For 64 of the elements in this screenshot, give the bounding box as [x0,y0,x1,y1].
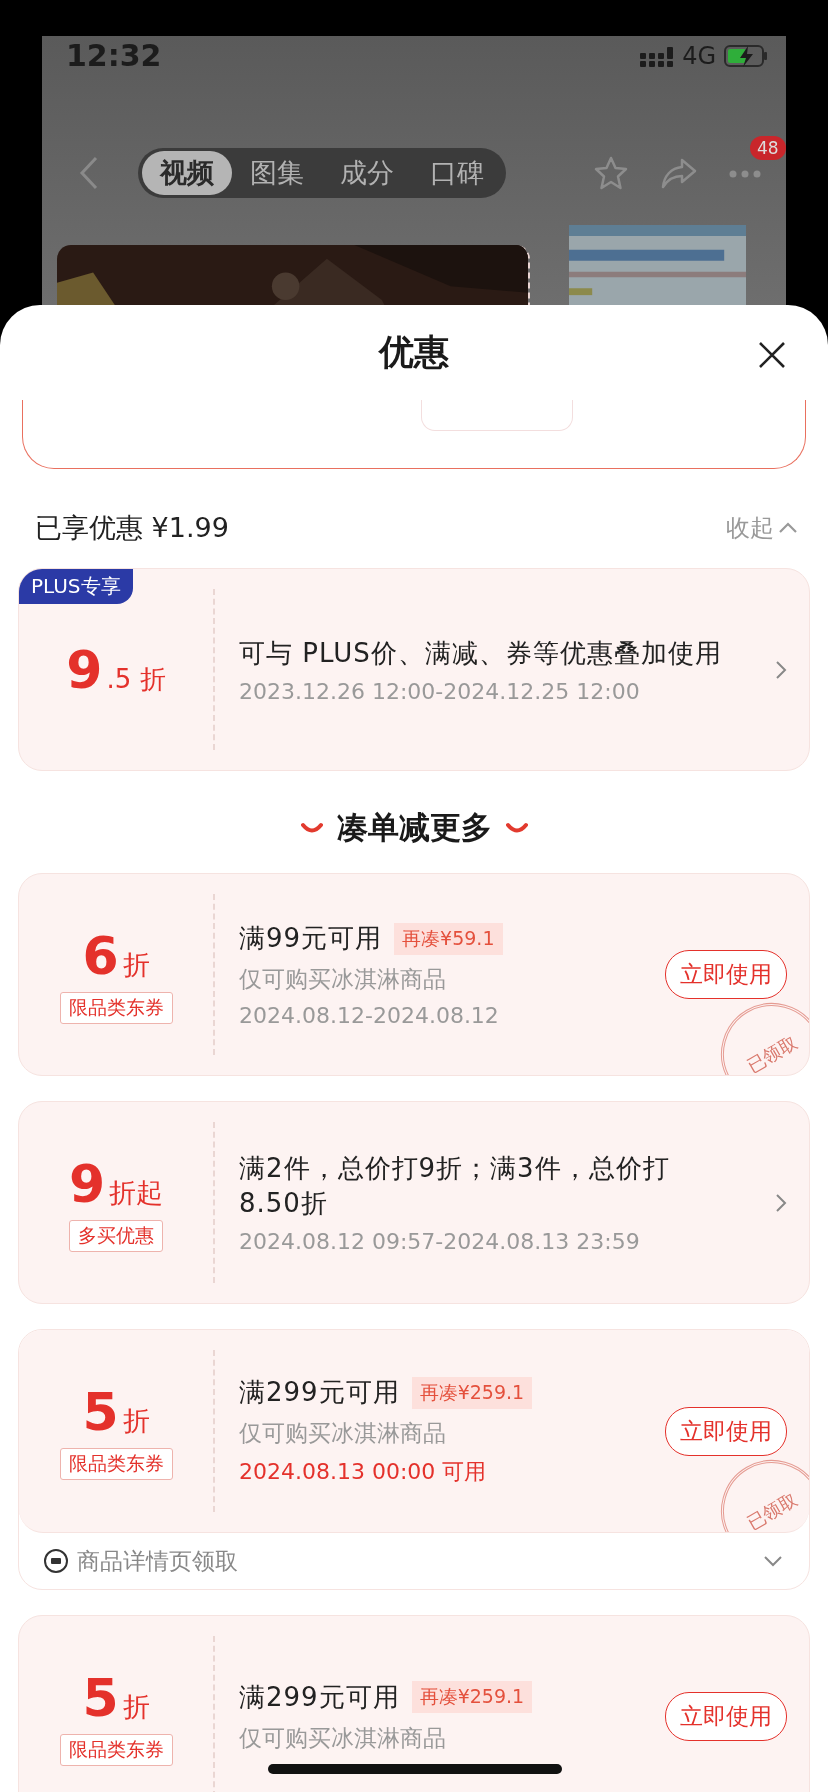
discount-value: 9 [68,1153,106,1214]
coupon-title: 满99元可用 [239,922,383,955]
coupon-card[interactable]: 6 折 限品类东券 满99元可用 再凑¥59.1 仅可购买冰淇淋商品 2024.08.12-2024.08.12 立即使用 已领取 [18,873,810,1076]
network-label: 4G [682,42,716,70]
share-icon[interactable] [660,157,698,189]
more-icon[interactable] [728,168,762,179]
coupon-title: 满2件，总价打9折；满3件，总价打8.50折 [239,1152,671,1220]
signal-icon [640,45,675,67]
shortfall-chip: 再凑¥259.1 [411,1681,533,1713]
use-now-button[interactable]: 立即使用 [665,1406,787,1456]
smile-icon [300,822,323,834]
discount-value: 6 [82,925,119,986]
discount-unit: .5 折 [106,662,166,696]
tab[interactable]: 图集 [232,151,322,195]
sheet-title: 优惠 [379,331,449,374]
battery-charging-icon [724,44,768,68]
tab[interactable]: 视频 [142,151,232,195]
section-title: 凑单减更多 [336,808,492,847]
caret-up-icon [778,521,798,535]
shortfall-chip: 再凑¥259.1 [411,1376,533,1409]
notification-badge: 48 [750,135,786,160]
offer-date: 2023.12.26 12:00-2024.12.25 12:00 [239,678,641,704]
use-now-button[interactable]: 立即使用 [665,950,787,999]
discount-unit: 折 [122,1404,150,1438]
chevron-right-icon [775,1192,787,1213]
coupon-title: 满299元可用 [239,1680,400,1714]
tab[interactable]: 成分 [322,151,412,195]
use-now-button[interactable]: 立即使用 [665,1692,787,1741]
coupon-date: 2024.08.12-2024.08.12 [239,1003,500,1028]
claim-source: 商品详情页领取 [77,1546,238,1576]
coupon-scope: 仅可购买冰淇淋商品 [239,965,447,994]
discount-unit: 折起 [109,1175,164,1210]
coupon-tag: 限品类东券 [59,1733,173,1766]
coupon-card[interactable]: 9 折起 多买优惠 满2件，总价打9折；满3件，总价打8.50折 2024.08.12 09:57-2024.08.13 23:59 [18,1101,810,1304]
status-time: 12:32 [66,40,162,72]
discount-value: 9 [66,639,103,700]
star-icon[interactable] [592,155,630,191]
shortfall-chip: 再凑¥59.1 [394,922,503,955]
discount-unit: 折 [122,1689,150,1724]
offer-card[interactable]: PLUS专享 9.5 折 可与 PLUS价、满减、券等优惠叠加使用 2023.12.26 12:00-2024.12.25 12:00 [18,568,810,771]
collapse-button[interactable]: 收起 [726,512,798,544]
coupon-date: 2024.08.12 09:57-2024.08.13 23:59 [239,1229,641,1254]
coupon-card[interactable]: 5 折 限品类东券 满299元可用 再凑¥259.1 仅可购买冰淇淋商品 立即使用 [18,1615,810,1792]
coupon-tag: 限品类东券 [59,991,173,1024]
coupon-scope: 仅可购买冰淇淋商品 [239,1723,447,1753]
coupon-tag: 多买优惠 [69,1219,163,1252]
close-icon[interactable] [758,341,786,369]
plus-badge: PLUS专享 [19,569,133,604]
discount-unit: 折 [122,947,150,982]
coupon-date: 2024.08.13 00:00 可用 [239,1458,488,1486]
chevron-right-icon [775,659,787,680]
smile-icon [505,822,528,834]
chevron-down-icon[interactable] [763,1555,783,1567]
tab[interactable]: 口碑 [412,151,502,195]
coupon-title: 满299元可用 [239,1376,400,1409]
coupon-icon [43,1548,69,1574]
discount-value: 5 [82,1382,119,1442]
coupon-scope: 仅可购买冰淇淋商品 [239,1419,447,1448]
discount-value: 5 [82,1667,119,1728]
discount-summary: 已享优惠 ¥1.99 [35,511,229,545]
back-icon[interactable] [78,156,100,190]
offer-title: 可与 PLUS价、满减、券等优惠叠加使用 [239,636,723,670]
coupon-tag: 限品类东券 [59,1448,173,1480]
coupon-card[interactable]: 5 折 限品类东券 满299元可用 再凑¥259.1 仅可购买冰淇淋商品 2024.08.13 00:00 可用 立即使用 已领取 [19,1330,809,1533]
